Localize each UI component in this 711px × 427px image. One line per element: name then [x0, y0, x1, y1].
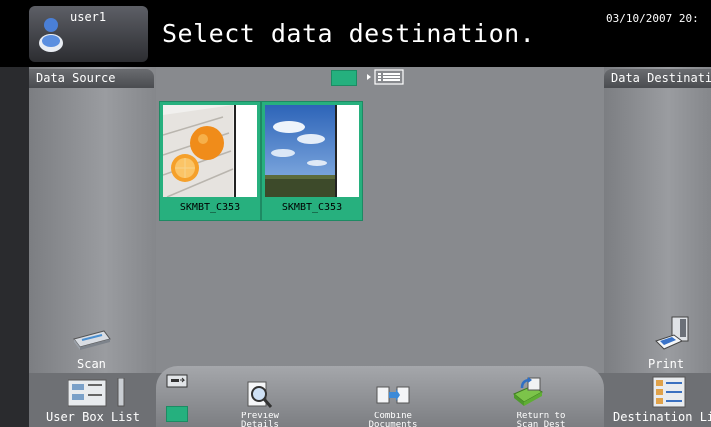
grid-mode-icon[interactable] — [166, 406, 188, 422]
scan-button[interactable]: Scan — [77, 357, 106, 371]
destination-list-button[interactable]: Destination Li — [613, 410, 711, 424]
preview-details-button[interactable]: Preview Details — [232, 412, 288, 427]
printer-icon[interactable] — [652, 315, 692, 353]
document-thumbnail[interactable]: SKMBT_C353 — [261, 101, 363, 221]
user-box-list-icon[interactable] — [68, 378, 128, 408]
scanner-icon[interactable] — [70, 325, 112, 353]
return-to-scan-dest-button[interactable]: Return to Scan Dest — [504, 412, 578, 427]
list-view-icon[interactable] — [365, 69, 405, 85]
combine-documents-button[interactable]: Combine Documents — [360, 412, 426, 427]
destination-list-icon[interactable] — [652, 376, 686, 408]
thumbnail-label: SKMBT_C353 — [179, 202, 241, 213]
sky-landscape-photo — [265, 105, 359, 197]
combine-documents-icon[interactable] — [376, 384, 410, 406]
data-destination-tab[interactable]: Data Destinati — [604, 69, 711, 88]
page-title: Select data destination. — [162, 19, 536, 48]
user-name: user1 — [70, 10, 107, 24]
data-source-tab[interactable]: Data Source — [29, 69, 154, 88]
thumbnail-label: SKMBT_C353 — [281, 202, 343, 213]
oranges-photo — [163, 105, 257, 197]
magnifier-icon[interactable] — [246, 380, 274, 410]
datetime-display: 03/10/2007 20: — [606, 12, 699, 25]
return-to-scan-dest-icon[interactable] — [512, 376, 548, 408]
left-edge-strip — [0, 67, 29, 427]
user-box-list-button[interactable]: User Box List — [46, 410, 140, 424]
grid-view-icon[interactable] — [331, 70, 357, 86]
user-icon — [39, 18, 63, 52]
print-button[interactable]: Print — [648, 357, 684, 371]
document-thumbnail[interactable]: SKMBT_C353 — [159, 101, 261, 221]
output-tray-icon[interactable] — [166, 374, 188, 392]
